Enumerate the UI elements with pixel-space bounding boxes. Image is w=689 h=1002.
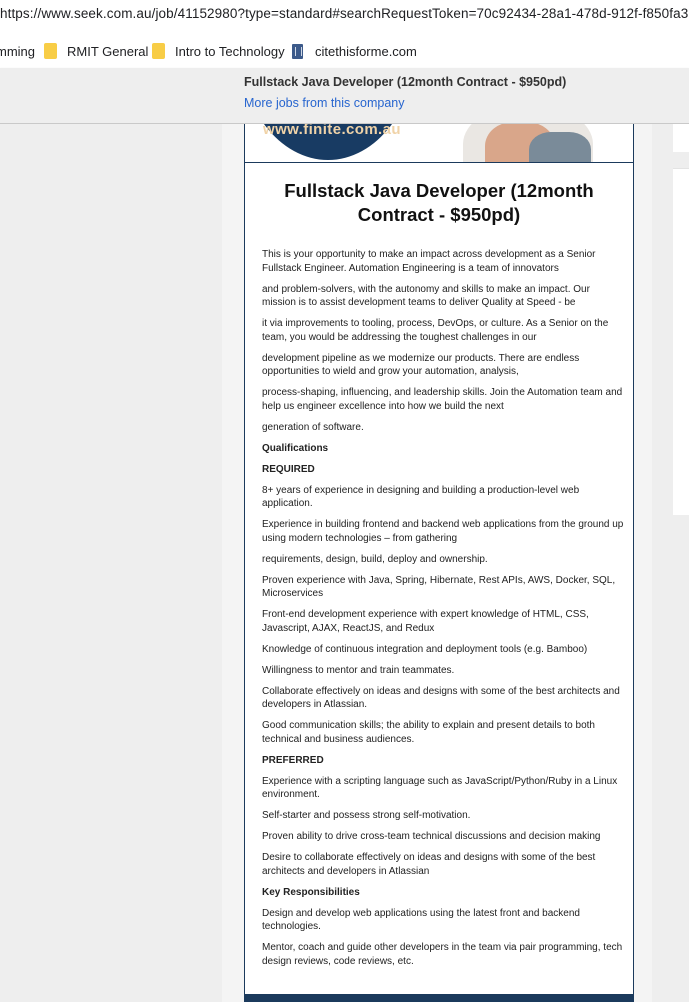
advertiser-banner: www.finite.com.au (245, 124, 633, 163)
bookmark-citethisforme[interactable]: citethisforme.com (292, 42, 417, 60)
section-heading: PREFERRED (262, 754, 324, 766)
bookmark-label: citethisforme.com (315, 43, 417, 59)
right-sidebar-panel (673, 124, 689, 152)
job-description: This is your opportunity to make an impa… (262, 248, 624, 976)
folder-icon (44, 43, 57, 59)
bookmarks-bar: mming RMIT General Intro to Technology c… (0, 32, 689, 69)
section-heading: Key Responsibilities (262, 886, 360, 898)
description-paragraph: Experience in building frontend and back… (262, 519, 624, 544)
address-bar[interactable]: https://www.seek.com.au/job/41152980?typ… (0, 0, 689, 32)
section-heading: Qualifications (262, 442, 329, 454)
description-paragraph: This is your opportunity to make an impa… (262, 249, 596, 274)
more-jobs-link[interactable]: More jobs from this company (244, 96, 404, 110)
banner-photo (463, 124, 593, 162)
folder-icon (152, 43, 165, 59)
sticky-job-title: Fullstack Java Developer (12month Contra… (244, 75, 567, 89)
description-paragraph: requirements, design, build, deploy and … (262, 553, 488, 565)
description-paragraph: Good communication skills; the ability t… (262, 720, 595, 745)
description-paragraph: process-shaping, influencing, and leader… (262, 387, 623, 413)
description-paragraph: 8+ years of experience in designing and … (262, 484, 580, 510)
description-paragraph: development pipeline as we modernize our… (262, 352, 580, 378)
description-paragraph: Proven experience with Java, Spring, Hib… (262, 574, 616, 600)
right-sidebar-panel (673, 168, 689, 515)
bookmark-folder-rmit-general[interactable]: RMIT General (44, 42, 148, 60)
bookmark-label: RMIT General (67, 43, 149, 59)
job-title: Fullstack Java Developer (12month Contra… (284, 180, 594, 225)
banner-website-text: www.finite.com.au (263, 124, 401, 138)
description-paragraph: Self-starter and possess strong self-mot… (262, 810, 471, 822)
description-paragraph: Proven ability to drive cross-team techn… (262, 831, 601, 843)
bookmark-folder-programming[interactable]: mming (0, 42, 35, 60)
ad-footer-strip (245, 994, 633, 1002)
description-paragraph: Collaborate effectively on ideas and des… (262, 685, 620, 711)
description-paragraph: Mentor, coach and guide other developers… (262, 942, 623, 967)
bookmark-page-icon (292, 43, 303, 59)
left-gutter (0, 124, 222, 1002)
section-heading: REQUIRED (262, 463, 315, 475)
bookmark-folder-intro-to-technology[interactable]: Intro to Technology (152, 42, 285, 60)
description-paragraph: Desire to collaborate effectively on ide… (262, 852, 596, 877)
url-text[interactable]: https://www.seek.com.au/job/41152980?typ… (0, 6, 689, 21)
description-paragraph: Front-end development experience with ex… (262, 609, 589, 635)
description-paragraph: Knowledge of continuous integration and … (262, 643, 588, 655)
bookmark-label: Intro to Technology (175, 43, 285, 59)
description-paragraph: Willingness to mentor and train teammate… (262, 664, 455, 676)
job-ad-card: www.finite.com.au Fullstack Java Develop… (244, 124, 634, 1002)
sticky-job-header: Fullstack Java Developer (12month Contra… (0, 68, 689, 124)
description-paragraph: it via improvements to tooling, process,… (262, 318, 609, 343)
description-paragraph: Experience with a scripting language suc… (262, 775, 618, 801)
description-paragraph: and problem-solvers, with the autonomy a… (262, 283, 590, 309)
description-paragraph: generation of software. (262, 421, 364, 433)
bookmark-label: mming (0, 43, 36, 59)
description-paragraph: Design and develop web applications usin… (262, 907, 580, 933)
